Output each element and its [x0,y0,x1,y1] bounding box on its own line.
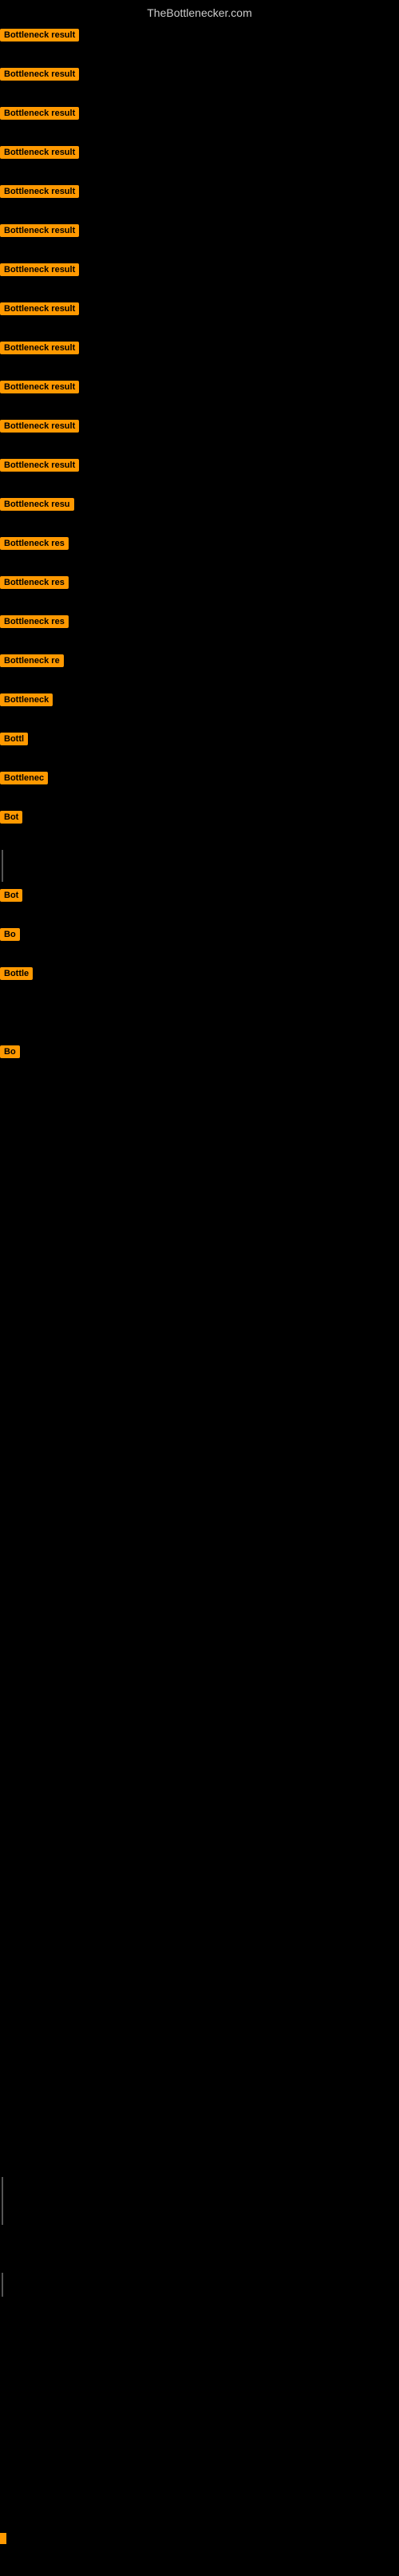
bottleneck-row-15: Bottleneck res [0,615,69,628]
bottleneck-badge-8[interactable]: Bottleneck result [0,342,79,354]
vertical-line-bottom-2 [2,2273,3,2297]
bottleneck-badge-0[interactable]: Bottleneck result [0,29,79,41]
bottleneck-badge-4[interactable]: Bottleneck result [0,185,79,198]
bottleneck-badge-12[interactable]: Bottleneck resu [0,498,74,511]
bottleneck-badge-2[interactable]: Bottleneck result [0,107,79,120]
bottleneck-badge-10[interactable]: Bottleneck result [0,420,79,433]
vertical-line-bottom-1 [2,2177,3,2225]
bottleneck-row-24: Bottle [0,967,33,980]
bottleneck-row-22: Bot [0,889,22,902]
bottleneck-badge-15[interactable]: Bottleneck res [0,615,69,628]
bottleneck-row-1: Bottleneck result [0,68,79,81]
bottleneck-badge-13[interactable]: Bottleneck res [0,537,69,550]
bottleneck-row-5: Bottleneck result [0,224,79,237]
bottleneck-badge-9[interactable]: Bottleneck result [0,381,79,393]
bottleneck-row-20: Bot [0,811,22,824]
bottleneck-row-2: Bottleneck result [0,107,79,120]
bottleneck-row-7: Bottleneck result [0,302,79,315]
bottleneck-row-10: Bottleneck result [0,420,79,433]
bottleneck-badge-14[interactable]: Bottleneck res [0,576,69,589]
bottom-marker [0,2533,6,2544]
bottleneck-badge-20[interactable]: Bot [0,811,22,824]
bottleneck-badge-3[interactable]: Bottleneck result [0,146,79,159]
bottleneck-badge-26[interactable]: Bo [0,1045,20,1058]
bottleneck-badge-5[interactable]: Bottleneck result [0,224,79,237]
bottleneck-badge-23[interactable]: Bo [0,928,20,941]
bottleneck-row-4: Bottleneck result [0,185,79,198]
bottleneck-row-3: Bottleneck result [0,146,79,159]
bottleneck-row-6: Bottleneck result [0,263,79,276]
bottleneck-row-18: Bottl [0,733,28,745]
site-title: TheBottlenecker.com [0,0,399,22]
bottleneck-row-19: Bottlenec [0,772,48,784]
bottleneck-row-17: Bottleneck [0,693,53,706]
bottleneck-row-9: Bottleneck result [0,381,79,393]
bottleneck-row-0: Bottleneck result [0,29,79,41]
bottleneck-badge-24[interactable]: Bottle [0,967,33,980]
bottleneck-badge-18[interactable]: Bottl [0,733,28,745]
bottleneck-badge-16[interactable]: Bottleneck re [0,654,64,667]
vertical-line-21 [2,850,3,882]
bottleneck-badge-7[interactable]: Bottleneck result [0,302,79,315]
bottleneck-badge-6[interactable]: Bottleneck result [0,263,79,276]
bottleneck-badge-19[interactable]: Bottlenec [0,772,48,784]
bottleneck-badge-17[interactable]: Bottleneck [0,693,53,706]
bottleneck-row-14: Bottleneck res [0,576,69,589]
bottleneck-row-11: Bottleneck result [0,459,79,472]
bottleneck-badge-1[interactable]: Bottleneck result [0,68,79,81]
bottleneck-row-16: Bottleneck re [0,654,64,667]
bottleneck-row-26: Bo [0,1045,20,1058]
bottleneck-row-23: Bo [0,928,20,941]
bottleneck-row-12: Bottleneck resu [0,498,74,511]
bottleneck-badge-22[interactable]: Bot [0,889,22,902]
bottleneck-badge-11[interactable]: Bottleneck result [0,459,79,472]
bottleneck-row-13: Bottleneck res [0,537,69,550]
bottleneck-row-8: Bottleneck result [0,342,79,354]
